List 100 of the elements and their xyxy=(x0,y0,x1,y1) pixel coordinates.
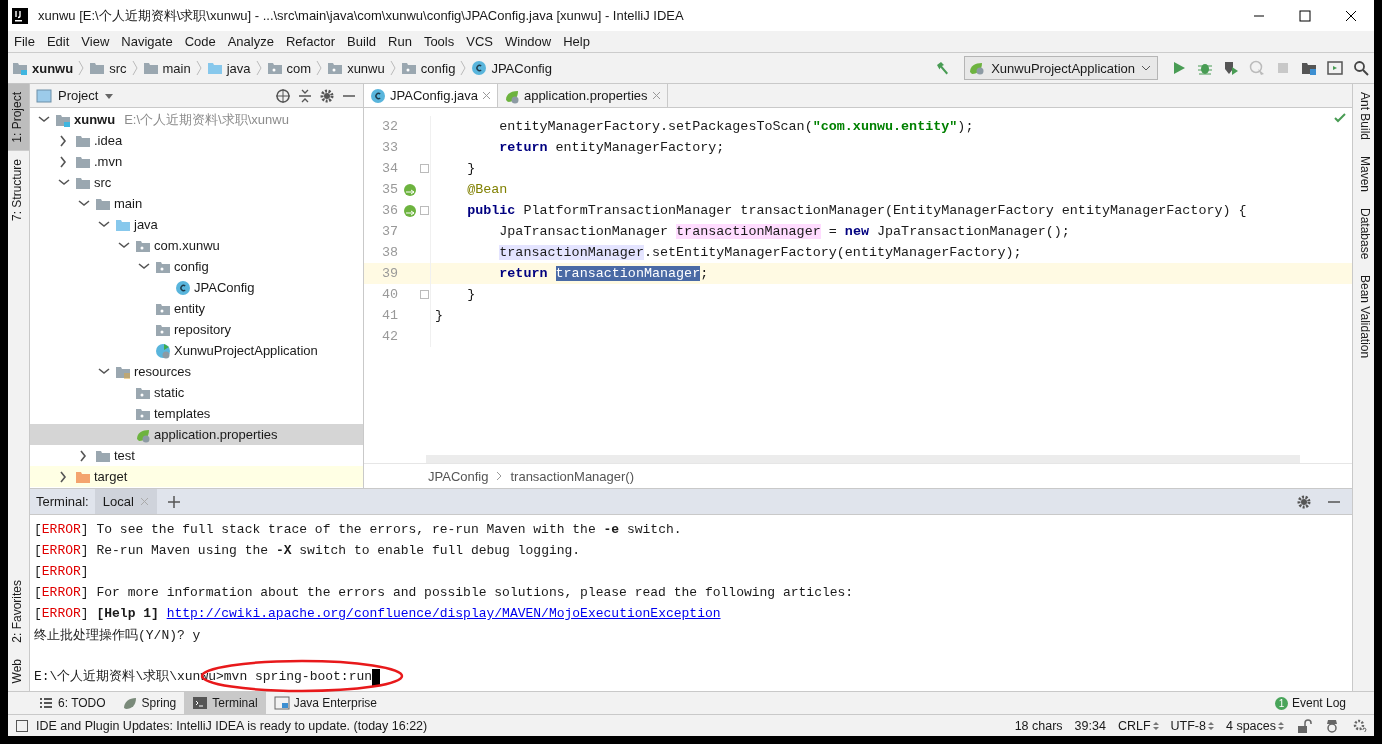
editor-tab[interactable]: JPAConfig.java xyxy=(364,84,498,107)
stop-icon xyxy=(1275,60,1291,76)
maximize-icon[interactable] xyxy=(1299,9,1311,22)
menu-item[interactable]: Build xyxy=(341,34,382,49)
settings-icon[interactable] xyxy=(1296,493,1312,510)
project-structure-icon[interactable] xyxy=(1301,60,1317,76)
panel-view-dropdown[interactable]: Project xyxy=(36,87,115,104)
panel-title: Terminal: xyxy=(35,494,90,509)
collapse-all-icon[interactable] xyxy=(297,87,313,104)
breadcrumb[interactable]: JPAConfig xyxy=(428,468,489,484)
code-line: public PlatformTransactionManager transactionManager(EntityManagerFactory entityManagerFactory) { xyxy=(467,203,1247,218)
tool-window-tab[interactable]: Terminal xyxy=(184,692,266,714)
run-configuration-dropdown[interactable]: XunwuProjectApplication xyxy=(964,56,1158,80)
tool-window-tab[interactable]: Database xyxy=(1353,200,1374,268)
editor-tab[interactable]: application.properties xyxy=(497,84,668,107)
tree-label: main xyxy=(114,196,143,211)
fold-marker-icon[interactable] xyxy=(420,164,429,173)
tool-window-tab[interactable]: 1: Project xyxy=(8,84,29,151)
menu-item[interactable]: File xyxy=(8,34,41,49)
tree-label: config xyxy=(174,259,209,274)
event-log-button[interactable]: 1 Event Log xyxy=(1274,696,1374,710)
breadcrumb[interactable]: xunwu xyxy=(8,60,78,76)
tree-row[interactable]: templates xyxy=(30,403,363,424)
close-icon[interactable] xyxy=(1345,9,1357,22)
menu-item[interactable]: Help xyxy=(557,34,596,49)
add-icon[interactable] xyxy=(166,494,181,509)
fold-marker-icon[interactable] xyxy=(420,290,429,299)
tree-row[interactable]: JPAConfig xyxy=(30,277,363,298)
settings-icon[interactable] xyxy=(319,87,335,104)
tool-window-tab[interactable]: 6: TODO xyxy=(30,692,114,714)
tree-row[interactable]: com.xunwu xyxy=(30,235,363,256)
tree-row[interactable]: static xyxy=(30,382,363,403)
breadcrumb[interactable]: main xyxy=(138,60,195,76)
breadcrumb[interactable]: transactionManager() xyxy=(510,468,635,484)
session-tab[interactable]: Local xyxy=(94,489,157,514)
status-message: IDE and Plugin Updates: IntelliJ IDEA is ready to update. (today 16:22) xyxy=(36,718,429,733)
tree-row[interactable]: XunwuProjectApplication xyxy=(30,340,363,361)
tool-window-tab[interactable]: Maven xyxy=(1353,148,1374,201)
tool-window-tab[interactable]: Ant Build xyxy=(1353,84,1374,149)
scrollbar[interactable] xyxy=(426,455,1300,463)
tree-row[interactable]: java xyxy=(30,214,363,235)
breadcrumb[interactable]: com xyxy=(262,60,316,76)
breadcrumb[interactable]: xunwu xyxy=(323,60,389,76)
tool-window-tab[interactable]: Spring xyxy=(113,692,185,714)
tree-row[interactable]: target xyxy=(30,466,363,487)
status-item[interactable]: 39:34 xyxy=(1068,718,1112,733)
run-icon[interactable] xyxy=(1171,60,1187,76)
breadcrumb[interactable]: JPAConfig xyxy=(467,60,556,76)
tool-window-tab[interactable]: Bean Validation xyxy=(1353,267,1374,367)
breadcrumb[interactable]: src xyxy=(85,60,131,76)
spring-class-icon xyxy=(155,342,171,359)
menu-item[interactable]: Run xyxy=(382,34,418,49)
tool-window-tab[interactable]: 2: Favorites xyxy=(8,571,29,651)
tree-row[interactable]: config xyxy=(30,256,363,277)
menu-item[interactable]: Tools xyxy=(417,34,461,49)
tree-row[interactable]: main xyxy=(30,193,363,214)
inspector-icon[interactable] xyxy=(1324,717,1340,734)
bean-icon[interactable] xyxy=(402,202,418,219)
presentation-icon[interactable] xyxy=(1327,60,1343,76)
enterprise-icon xyxy=(273,695,290,711)
spring-leaf-icon xyxy=(969,60,986,76)
breadcrumb[interactable]: java xyxy=(202,60,255,76)
tool-window-tab[interactable]: 7: Structure xyxy=(8,150,29,229)
tree-row[interactable]: application.properties xyxy=(30,424,363,445)
locate-icon[interactable] xyxy=(275,87,291,104)
tree-row[interactable]: test xyxy=(30,445,363,466)
menu-item[interactable]: Analyze xyxy=(221,34,280,49)
tree-row[interactable]: xunwu E:\个人近期资料\求职\xunwu xyxy=(30,109,363,130)
updown-icon xyxy=(1207,720,1214,731)
settings-icon[interactable] xyxy=(1352,717,1368,734)
lock-icon[interactable] xyxy=(1296,717,1312,734)
tool-window-tab[interactable]: Java Enterprise xyxy=(265,692,385,714)
tree-row[interactable]: .idea xyxy=(30,130,363,151)
bean-icon[interactable] xyxy=(402,181,418,198)
tree-row[interactable]: entity xyxy=(30,298,363,319)
tree-row[interactable]: .mvn xyxy=(30,151,363,172)
menu-item[interactable]: Navigate xyxy=(115,34,179,49)
window-icon[interactable] xyxy=(16,719,28,732)
tree-row[interactable]: resources xyxy=(30,361,363,382)
menu-item[interactable]: Window xyxy=(498,34,558,49)
menu-item[interactable]: Refactor xyxy=(279,34,342,49)
tree-row[interactable]: src xyxy=(30,172,363,193)
tree-row[interactable]: repository xyxy=(30,319,363,340)
coverage-icon[interactable] xyxy=(1223,60,1239,76)
menu-item[interactable]: VCS xyxy=(460,34,499,49)
status-item[interactable]: 18 chars xyxy=(1008,718,1069,733)
breadcrumb[interactable]: config xyxy=(396,60,460,76)
fold-marker-icon[interactable] xyxy=(420,206,429,215)
link[interactable]: http://cwiki.apache.org/confluence/display/MAVEN/MojoExecutionException xyxy=(166,606,721,621)
status-item[interactable]: UTF-8 xyxy=(1164,718,1220,733)
status-item[interactable]: CRLF xyxy=(1111,718,1165,733)
tree-label: com.xunwu xyxy=(154,238,220,253)
search-icon[interactable] xyxy=(1353,60,1369,76)
tool-window-tab[interactable]: Web xyxy=(8,650,29,691)
menu-item[interactable]: Code xyxy=(178,34,222,49)
chevron-icon xyxy=(496,471,503,481)
menu-item[interactable]: View xyxy=(75,34,116,49)
code-line: JpaTransactionManager transactionManager = new JpaTransactionManager(); xyxy=(499,224,1070,239)
status-item[interactable]: 4 spaces xyxy=(1219,718,1290,733)
menu-item[interactable]: Edit xyxy=(40,34,76,49)
